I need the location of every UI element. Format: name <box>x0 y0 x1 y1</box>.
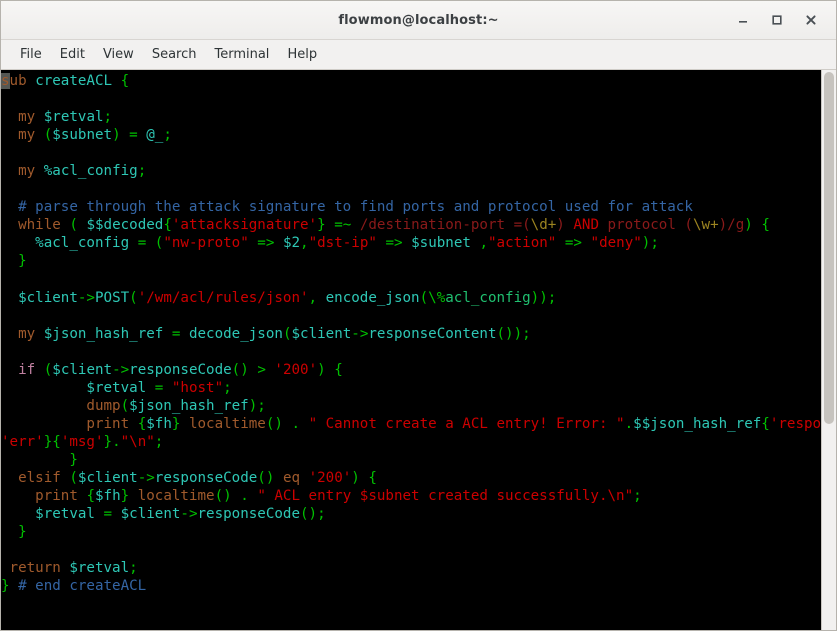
close-icon <box>806 15 816 25</box>
window-title: flowmon@localhost:~ <box>338 12 499 28</box>
terminal-area[interactable]: sub createACL { my $retval; my ($subnet)… <box>1 70 836 630</box>
scrollbar-thumb[interactable] <box>824 72 834 424</box>
menubar: File Edit View Search Terminal Help <box>1 40 836 70</box>
terminal-scrollbar[interactable] <box>821 70 836 630</box>
menu-item-help[interactable]: Help <box>278 44 326 65</box>
menu-item-view[interactable]: View <box>94 44 143 65</box>
menu-item-edit[interactable]: Edit <box>51 44 94 65</box>
window-titlebar[interactable]: flowmon@localhost:~ <box>1 1 836 40</box>
maximize-button[interactable] <box>760 5 794 35</box>
menu-item-file[interactable]: File <box>11 44 51 65</box>
minimize-icon <box>739 21 747 23</box>
vim-statusline: -- INSERT -- 134,18 82% <box>1 611 821 630</box>
menu-item-terminal[interactable]: Terminal <box>205 44 278 65</box>
terminal-text-area[interactable]: sub createACL { my $retval; my ($subnet)… <box>1 70 821 630</box>
maximize-icon <box>772 15 782 25</box>
menu-item-search[interactable]: Search <box>143 44 206 65</box>
vim-buffer: sub createACL { my $retval; my ($subnet)… <box>1 73 821 595</box>
close-button[interactable] <box>794 5 828 35</box>
terminal-window: flowmon@localhost:~ File Edit View Searc… <box>0 0 837 631</box>
window-controls <box>726 1 828 39</box>
minimize-button[interactable] <box>726 5 760 35</box>
